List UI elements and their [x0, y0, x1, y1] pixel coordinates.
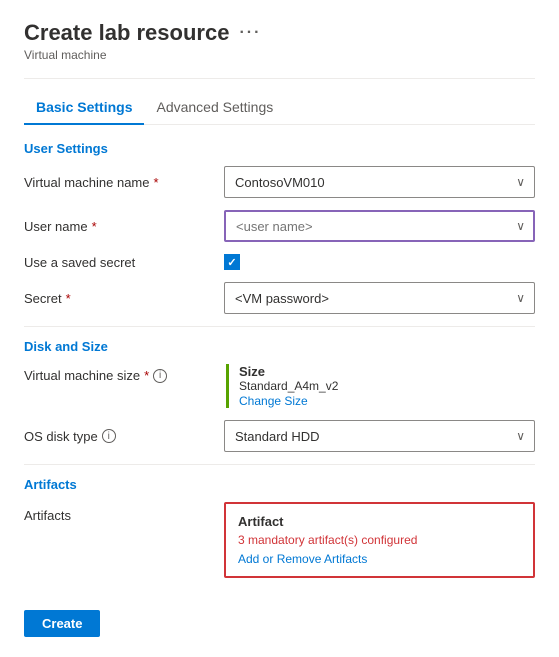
tab-advanced-settings[interactable]: Advanced Settings [144, 91, 285, 125]
secret-row: Secret * <VM password> [24, 282, 535, 314]
secret-required: * [66, 291, 71, 306]
vm-size-required: * [144, 368, 149, 383]
secret-control: <VM password> [224, 282, 535, 314]
vm-name-control [224, 166, 535, 198]
artifacts-control: Artifact 3 mandatory artifact(s) configu… [224, 502, 535, 578]
artifacts-label: Artifacts [24, 502, 224, 523]
vm-name-dropdown-wrapper [224, 166, 535, 198]
saved-secret-checkbox[interactable] [224, 254, 240, 270]
user-name-dropdown-wrapper [224, 210, 535, 242]
artifacts-row: Artifacts Artifact 3 mandatory artifact(… [24, 502, 535, 578]
artifact-title: Artifact [238, 514, 521, 529]
secret-dropdown-wrapper: <VM password> [224, 282, 535, 314]
section-user-settings: User Settings [24, 141, 535, 156]
saved-secret-control [224, 254, 535, 270]
section-disk-size: Disk and Size [24, 339, 535, 354]
vm-size-control: Size Standard_A4m_v2 Change Size [224, 364, 535, 408]
tabs-container: Basic Settings Advanced Settings [24, 91, 535, 125]
os-disk-dropdown[interactable]: Standard HDD [224, 420, 535, 452]
secret-label: Secret * [24, 291, 224, 306]
os-disk-info-icon[interactable]: i [102, 429, 116, 443]
vm-name-row: Virtual machine name * [24, 166, 535, 198]
os-disk-control: Standard HDD [224, 420, 535, 452]
user-name-row: User name * [24, 210, 535, 242]
vm-size-row: Virtual machine size * i Size Standard_A… [24, 364, 535, 408]
user-name-label: User name * [24, 219, 224, 234]
vm-size-label: Virtual machine size * i [24, 364, 224, 383]
os-disk-row: OS disk type i Standard HDD [24, 420, 535, 452]
user-name-control [224, 210, 535, 242]
user-name-required: * [92, 219, 97, 234]
secret-dropdown[interactable]: <VM password> [224, 282, 535, 314]
section-divider-1 [24, 326, 535, 327]
section-artifacts: Artifacts [24, 477, 535, 492]
page-title: Create lab resource ··· [24, 20, 261, 46]
header-divider [24, 78, 535, 79]
artifacts-box: Artifact 3 mandatory artifact(s) configu… [224, 502, 535, 578]
section-divider-2 [24, 464, 535, 465]
change-size-link[interactable]: Change Size [239, 394, 308, 408]
saved-secret-row: Use a saved secret [24, 254, 535, 270]
os-disk-dropdown-wrapper: Standard HDD [224, 420, 535, 452]
ellipsis-menu[interactable]: ··· [239, 24, 261, 42]
artifact-count: 3 mandatory artifact(s) configured [238, 533, 521, 547]
vm-name-label: Virtual machine name * [24, 175, 224, 190]
saved-secret-checkbox-wrapper [224, 254, 240, 270]
user-name-input[interactable] [224, 210, 535, 242]
os-disk-label: OS disk type i [24, 429, 224, 444]
vm-name-required: * [154, 175, 159, 190]
create-button[interactable]: Create [24, 610, 100, 637]
vm-size-block: Size Standard_A4m_v2 Change Size [226, 364, 338, 408]
page-subtitle: Virtual machine [24, 48, 535, 62]
saved-secret-label: Use a saved secret [24, 255, 224, 270]
vm-name-input[interactable] [224, 166, 535, 198]
add-remove-artifacts-link[interactable]: Add or Remove Artifacts [238, 552, 367, 566]
vm-size-heading: Size [239, 364, 338, 379]
tab-basic-settings[interactable]: Basic Settings [24, 91, 144, 125]
vm-size-value: Standard_A4m_v2 [239, 379, 338, 393]
vm-size-info-icon[interactable]: i [153, 369, 167, 383]
